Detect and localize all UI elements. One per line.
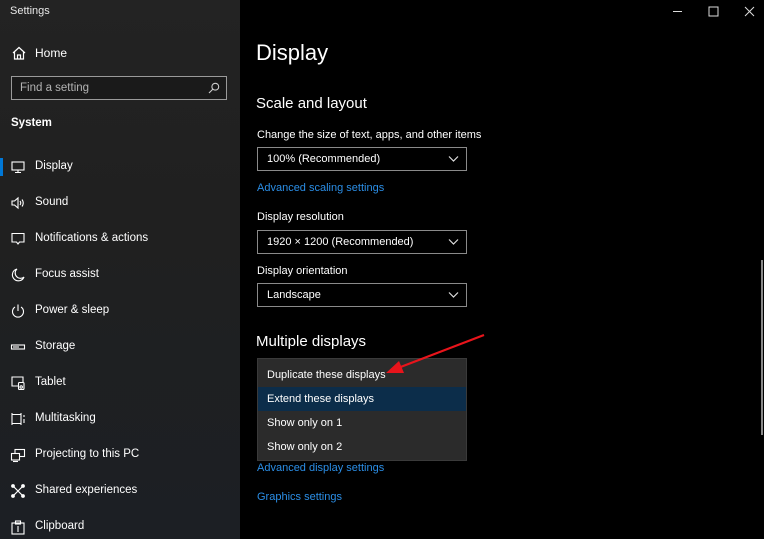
sidebar-item-label: Sound	[35, 196, 69, 208]
close-icon	[744, 6, 754, 16]
option-label: Duplicate these displays	[267, 369, 386, 381]
clipboard-icon	[11, 520, 25, 535]
sidebar-item-label: Focus assist	[35, 268, 99, 280]
minimize-button[interactable]	[662, 0, 692, 22]
shared-experiences-icon	[11, 484, 25, 498]
resolution-dropdown[interactable]: 1920 × 1200 (Recommended)	[257, 230, 467, 254]
sidebar-item-label: Multitasking	[35, 412, 96, 424]
close-button[interactable]	[734, 0, 764, 22]
scale-dropdown[interactable]: 100% (Recommended)	[257, 147, 467, 171]
sidebar-item-sound[interactable]: Sound	[0, 189, 240, 217]
page-title: Display	[256, 40, 329, 65]
sidebar-item-label: Clipboard	[35, 520, 85, 532]
orientation-label: Display orientation	[257, 265, 348, 277]
section-heading-scale-layout: Scale and layout	[256, 95, 367, 112]
option-show-only-2[interactable]: Show only on 2	[258, 435, 466, 459]
resolution-label: Display resolution	[257, 211, 344, 223]
search-icon[interactable]	[208, 82, 220, 94]
search-input[interactable]	[12, 77, 202, 99]
sidebar-item-power-sleep[interactable]: Power & sleep	[0, 297, 240, 325]
search-box[interactable]	[11, 76, 227, 100]
sidebar-item-label: Shared experiences	[35, 484, 138, 496]
advanced-scaling-link[interactable]: Advanced scaling settings	[257, 182, 384, 194]
projecting-icon	[10, 448, 26, 463]
multiple-displays-menu[interactable]: Duplicate these displays Extend these di…	[257, 358, 467, 461]
home-nav[interactable]: Home	[0, 42, 240, 64]
notification-icon	[11, 232, 25, 245]
scale-label: Change the size of text, apps, and other…	[257, 129, 482, 141]
sidebar-item-projecting[interactable]: Projecting to this PC	[0, 441, 240, 469]
orientation-value: Landscape	[267, 289, 321, 301]
sidebar-item-label: Projecting to this PC	[35, 448, 140, 460]
home-label: Home	[35, 46, 68, 60]
option-label: Show only on 1	[267, 417, 343, 429]
scale-value: 100% (Recommended)	[267, 153, 381, 165]
option-label: Show only on 2	[267, 441, 343, 453]
sidebar-item-display[interactable]: Display	[0, 153, 240, 181]
sidebar-item-label: Display	[35, 160, 73, 172]
sidebar: Settings Home System Display Sound Notif…	[0, 0, 240, 539]
maximize-button[interactable]	[698, 0, 728, 22]
orientation-dropdown[interactable]: Landscape	[257, 283, 467, 307]
minimize-icon	[672, 10, 682, 12]
chevron-down-icon	[448, 239, 459, 245]
maximize-icon	[708, 6, 718, 16]
sidebar-item-tablet[interactable]: Tablet	[0, 369, 240, 397]
advanced-display-link[interactable]: Advanced display settings	[257, 462, 384, 474]
sidebar-item-label: Tablet	[35, 376, 66, 388]
multitasking-icon	[11, 413, 25, 425]
option-extend[interactable]: Extend these displays	[258, 387, 466, 411]
sidebar-item-label: Power & sleep	[35, 304, 110, 316]
sidebar-item-label: Notifications & actions	[35, 232, 149, 244]
monitor-icon	[11, 161, 25, 174]
option-label: Extend these displays	[267, 393, 375, 405]
home-icon	[12, 46, 26, 60]
sidebar-item-focus-assist[interactable]: Focus assist	[0, 261, 240, 289]
resolution-value: 1920 × 1200 (Recommended)	[267, 236, 414, 248]
sidebar-item-multitasking[interactable]: Multitasking	[0, 405, 240, 433]
speaker-icon	[11, 196, 24, 210]
window-controls	[662, 0, 764, 24]
sidebar-item-notifications[interactable]: Notifications & actions	[0, 225, 240, 253]
graphics-settings-link[interactable]: Graphics settings	[257, 491, 342, 503]
option-duplicate[interactable]: Duplicate these displays	[258, 363, 466, 387]
section-label-system: System	[11, 117, 52, 129]
app-title: Settings	[10, 5, 50, 17]
chevron-down-icon	[448, 156, 459, 162]
moon-icon	[11, 268, 25, 282]
sidebar-item-shared-experiences[interactable]: Shared experiences	[0, 477, 240, 505]
sidebar-item-clipboard[interactable]: Clipboard	[0, 513, 240, 539]
section-heading-multiple-displays: Multiple displays	[256, 333, 367, 350]
storage-icon	[10, 344, 26, 350]
active-indicator	[0, 158, 3, 176]
tablet-icon	[11, 376, 25, 391]
main-content: Display Scale and layout Change the size…	[240, 0, 764, 539]
sidebar-item-label: Storage	[35, 340, 76, 352]
chevron-down-icon	[448, 292, 459, 298]
power-icon	[11, 304, 25, 318]
option-show-only-1[interactable]: Show only on 1	[258, 411, 466, 435]
scrollbar[interactable]	[761, 260, 763, 435]
sidebar-item-storage[interactable]: Storage	[0, 333, 240, 361]
